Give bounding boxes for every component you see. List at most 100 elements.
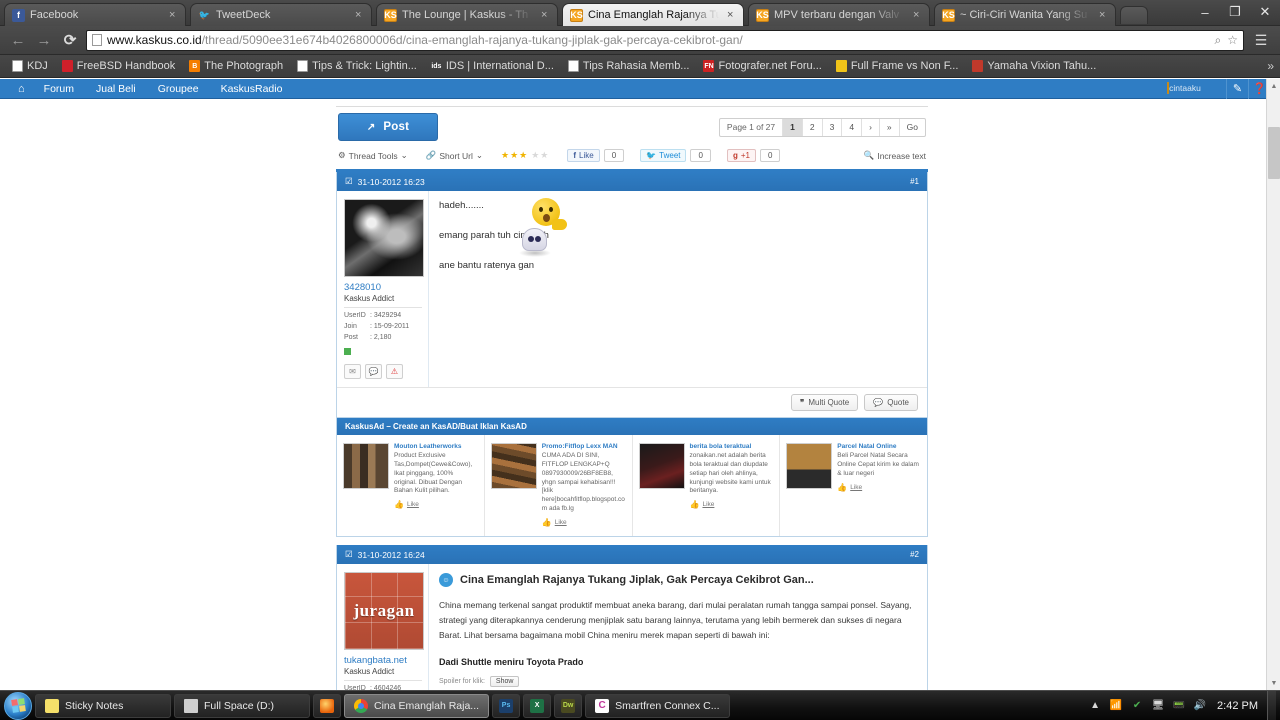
ad-block-header[interactable]: KaskusAd – Create an KasAD/Buat Iklan Ka… bbox=[337, 417, 927, 435]
go-button[interactable]: Go bbox=[900, 119, 925, 136]
ad-like-button[interactable]: 👍 Like bbox=[394, 500, 478, 511]
checkbox-icon[interactable]: ☑ bbox=[345, 176, 353, 187]
close-icon[interactable]: × bbox=[541, 9, 551, 21]
taskbar-chrome-active[interactable]: Cina Emanglah Raja... bbox=[344, 693, 490, 718]
device-icon[interactable]: 📟 bbox=[1172, 699, 1186, 713]
page-3-button[interactable]: 3 bbox=[823, 118, 843, 136]
bookmark-star-icon[interactable]: ☆ bbox=[1227, 33, 1238, 47]
close-icon[interactable]: × bbox=[913, 9, 923, 21]
new-tab-button[interactable] bbox=[1120, 6, 1148, 24]
bookmark-7[interactable]: Full Frame vs Non F... bbox=[830, 58, 965, 74]
minimize-button[interactable]: – bbox=[1190, 1, 1220, 23]
bookmark-4[interactable]: ids IDS | International D... bbox=[425, 58, 560, 74]
comment-icon[interactable]: 💬 bbox=[365, 363, 382, 379]
security-icon[interactable]: ✔ bbox=[1130, 699, 1144, 713]
nav-kaskusradio[interactable]: KaskusRadio bbox=[210, 79, 294, 99]
volume-icon[interactable]: 🔊 bbox=[1193, 699, 1207, 713]
nav-jual-beli[interactable]: Jual Beli bbox=[85, 79, 147, 99]
short-url-button[interactable]: 🔗 Short Url ⌄ bbox=[426, 150, 483, 161]
ad-title[interactable]: Promo:Fitflop Lexx MAN bbox=[542, 443, 626, 452]
post-number[interactable]: #2 bbox=[910, 550, 919, 559]
reload-icon[interactable]: ⟳ bbox=[60, 30, 80, 50]
spoiler-show-button[interactable]: Show bbox=[489, 676, 520, 688]
zoom-icon[interactable]: ⌕ bbox=[1215, 33, 1222, 48]
pencil-icon[interactable]: ✎ bbox=[1226, 79, 1248, 99]
nav-forum[interactable]: Forum bbox=[33, 79, 85, 99]
ad-title[interactable]: berita bola teraktual bbox=[690, 443, 774, 452]
ad-like-button[interactable]: 👍 Like bbox=[690, 500, 774, 511]
ad-title[interactable]: Mouton Leatherworks bbox=[394, 443, 478, 452]
facebook-like-button[interactable]: f Like bbox=[567, 149, 600, 162]
scrollbar-thumb[interactable] bbox=[1268, 127, 1280, 179]
browser-tab-4[interactable]: KS MPV terbaru dengan Valv × bbox=[748, 3, 930, 26]
bookmark-8[interactable]: Yamaha Vixion Tahu... bbox=[966, 58, 1102, 74]
start-button[interactable] bbox=[4, 691, 32, 720]
bookmark-3[interactable]: Tips & Trick: Lightin... bbox=[291, 58, 423, 74]
clock[interactable]: 2:42 PM bbox=[1214, 700, 1258, 712]
forward-icon[interactable]: → bbox=[34, 30, 54, 50]
scroll-down-icon[interactable]: ▼ bbox=[1267, 676, 1280, 690]
ad-item-0[interactable]: Mouton Leatherworks Product Exclusive Ta… bbox=[337, 434, 485, 537]
bookmark-6[interactable]: FN Fotografer.net Foru... bbox=[697, 58, 827, 74]
show-desktop-button[interactable] bbox=[1267, 690, 1276, 720]
ad-item-2[interactable]: berita bola teraktual zonaikan.net adala… bbox=[633, 434, 781, 537]
last-page-icon[interactable]: » bbox=[880, 118, 900, 136]
scroll-up-icon[interactable]: ▲ bbox=[1267, 79, 1280, 93]
avatar[interactable]: juragan bbox=[344, 572, 424, 651]
browser-tab-5[interactable]: KS ~ Ciri-Ciri Wanita Yang Su × bbox=[934, 3, 1116, 26]
thread-rating[interactable]: ★★★ ★★ bbox=[501, 150, 549, 161]
taskbar-full-space-d[interactable]: Full Space (D:) bbox=[174, 693, 310, 718]
back-icon[interactable]: ← bbox=[8, 30, 28, 50]
browser-tab-2[interactable]: KS The Lounge | Kaskus - Th × bbox=[376, 3, 558, 26]
taskbar-dreamweaver[interactable]: Dw bbox=[554, 693, 583, 718]
taskbar-sticky-notes[interactable]: Sticky Notes bbox=[35, 693, 171, 718]
browser-tab-1[interactable]: 🐦 TweetDeck × bbox=[190, 3, 372, 26]
bookmark-2[interactable]: B The Photograph bbox=[183, 58, 289, 74]
close-window-button[interactable]: ✕ bbox=[1250, 1, 1280, 23]
taskbar-firefox[interactable] bbox=[313, 693, 341, 718]
bookmark-1[interactable]: FreeBSD Handbook bbox=[56, 58, 181, 74]
author-username[interactable]: 3428010 bbox=[344, 282, 422, 293]
close-icon[interactable]: × bbox=[355, 9, 365, 21]
ad-item-1[interactable]: Promo:Fitflop Lexx MAN CUMA ADA DI SINI,… bbox=[485, 434, 633, 537]
close-icon[interactable]: × bbox=[169, 9, 179, 21]
network-error-icon[interactable]: 📶 bbox=[1109, 699, 1123, 713]
increase-text-button[interactable]: 🔍 Increase text bbox=[864, 150, 926, 161]
page-4-button[interactable]: 4 bbox=[842, 118, 863, 136]
quote-button[interactable]: 💬 Quote bbox=[864, 393, 918, 411]
bookmarks-overflow-icon[interactable]: » bbox=[1267, 59, 1274, 73]
taskbar-excel[interactable]: X bbox=[523, 693, 552, 718]
hamburger-menu-icon[interactable]: ☰ bbox=[1250, 32, 1272, 49]
bookmark-0[interactable]: KDJ bbox=[6, 58, 54, 74]
avatar[interactable] bbox=[344, 199, 424, 277]
nav-groupee[interactable]: Groupee bbox=[147, 79, 210, 99]
post-button[interactable]: ↗ Post bbox=[338, 113, 438, 141]
tweet-button[interactable]: 🐦 Tweet bbox=[640, 149, 687, 162]
close-icon[interactable]: × bbox=[1099, 9, 1109, 21]
thread-tools-button[interactable]: ⚙ Thread Tools ⌄ bbox=[338, 150, 408, 161]
monitor-icon[interactable]: 🖥 bbox=[1151, 699, 1165, 713]
multi-quote-button[interactable]: ❞ Multi Quote bbox=[791, 393, 859, 411]
author-username[interactable]: tukangbata.net bbox=[344, 655, 422, 666]
taskbar-smartfren[interactable]: C Smartfren Connex C... bbox=[585, 693, 730, 718]
browser-tab-3-active[interactable]: KS Cina Emanglah Rajanya Tu × bbox=[562, 3, 744, 26]
page-1-button[interactable]: 1 bbox=[783, 118, 803, 136]
ad-title[interactable]: Parcel Natal Online bbox=[837, 443, 921, 452]
ad-like-button[interactable]: 👍 Like bbox=[542, 518, 626, 529]
maximize-button[interactable]: ❐ bbox=[1220, 1, 1250, 23]
envelope-icon[interactable]: ✉ bbox=[344, 363, 361, 379]
post-number[interactable]: #1 bbox=[910, 177, 919, 186]
next-page-icon[interactable]: › bbox=[862, 118, 880, 136]
checkbox-icon[interactable]: ☑ bbox=[345, 549, 353, 560]
bookmark-5[interactable]: Tips Rahasia Memb... bbox=[562, 58, 696, 74]
ad-item-3[interactable]: Parcel Natal Online Beli Parcel Natal Se… bbox=[780, 435, 927, 537]
close-icon[interactable]: × bbox=[727, 9, 737, 21]
page-scrollbar[interactable]: ▲ ▼ bbox=[1266, 79, 1280, 690]
browser-tab-0[interactable]: f Facebook × bbox=[4, 3, 186, 26]
page-2-button[interactable]: 2 bbox=[803, 118, 823, 136]
home-icon[interactable]: ⌂ bbox=[10, 83, 33, 95]
ad-like-button[interactable]: 👍 Like bbox=[837, 483, 921, 494]
address-bar[interactable]: www.kaskus.co.id/thread/5090ee31e674b402… bbox=[86, 29, 1244, 51]
user-avatar-block[interactable]: cintaaku bbox=[1142, 82, 1226, 95]
tray-expand-icon[interactable]: ▲ bbox=[1088, 699, 1102, 713]
